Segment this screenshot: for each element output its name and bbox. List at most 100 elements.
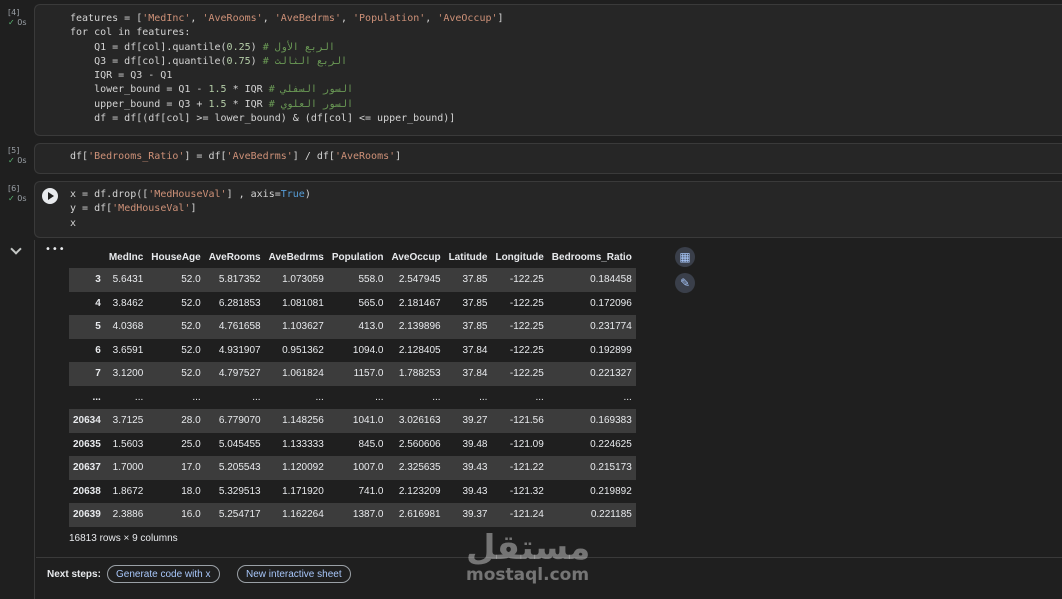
table-cell: 0.951362 bbox=[282, 344, 324, 356]
table-cell: -121.56 bbox=[491, 409, 548, 433]
table-row: 3 5.6431 52.0 5.817352 1.073059 558.0 2.547945… bbox=[69, 268, 636, 292]
code-cell-4-source[interactable]: features = ['MedInc', 'AveRooms', 'AveBe… bbox=[70, 12, 504, 126]
table-cell: 39.43 bbox=[444, 456, 492, 480]
table-cell: 1.788253 bbox=[387, 362, 445, 386]
table-cell: 37.85 bbox=[462, 297, 488, 309]
table-cell: 52.0 bbox=[181, 344, 201, 356]
table-cell: 1.073059 bbox=[264, 268, 328, 292]
table-cell: 37.85 bbox=[444, 315, 492, 339]
table-row: 20638 1.8672 18.0 5.329513 1.171920 741.0 2.12… bbox=[69, 480, 636, 504]
table-cell: ... bbox=[623, 391, 632, 403]
exec-count: [6] bbox=[8, 184, 20, 193]
table-row: 20639 2.3886 16.0 5.254717 1.162264 1387.0 2.6… bbox=[69, 503, 636, 527]
column-header: MedInc bbox=[108, 251, 144, 263]
table-cell: 4.0368 bbox=[104, 315, 148, 339]
row-index: 20634 bbox=[69, 409, 105, 433]
table-cell: 18.0 bbox=[181, 485, 201, 497]
table-cell: 37.84 bbox=[462, 344, 488, 356]
table-cell: 0.231774 bbox=[547, 315, 636, 339]
table-cell: 3.026163 bbox=[387, 409, 445, 433]
column-header: AveOccup bbox=[391, 251, 441, 263]
table-cell: 0.224625 bbox=[590, 438, 632, 450]
table-cell: 2.128405 bbox=[398, 344, 441, 356]
table-cell: 0.219892 bbox=[590, 485, 632, 497]
table-cell: 52.0 bbox=[147, 268, 205, 292]
table-cell: -121.09 bbox=[509, 438, 544, 450]
table-cell: 1.8672 bbox=[112, 485, 144, 497]
table-cell: 1041.0 bbox=[327, 409, 388, 433]
exec-count: [4] bbox=[8, 8, 20, 17]
table-cell: 3.7125 bbox=[104, 409, 148, 433]
table-cell: 1.171920 bbox=[282, 485, 324, 497]
table-cell: -121.22 bbox=[491, 456, 548, 480]
table-cell: 1.133333 bbox=[282, 438, 324, 450]
table-cell: -122.25 bbox=[491, 362, 548, 386]
table-cell: ... bbox=[252, 391, 261, 403]
table-cell: 5.205543 bbox=[204, 456, 265, 480]
code-cell-5-source[interactable]: df['Bedrooms_Ratio'] = df['AveBedrms'] /… bbox=[70, 150, 401, 164]
table-cell: 2.139896 bbox=[387, 315, 445, 339]
table-cell: 3.8462 bbox=[112, 297, 144, 309]
table-cell: 2.325635 bbox=[387, 456, 445, 480]
row-index: 20639 bbox=[69, 503, 105, 527]
table-cell: 1.103627 bbox=[264, 315, 328, 339]
index-header bbox=[69, 246, 105, 268]
table-cell: 565.0 bbox=[358, 297, 384, 309]
table-cell: 4.797527 bbox=[204, 362, 265, 386]
row-index: ... bbox=[92, 391, 101, 403]
table-cell: 2.547945 bbox=[387, 268, 445, 292]
table-cell: 413.0 bbox=[327, 315, 388, 339]
table-cell: 1157.0 bbox=[327, 362, 388, 386]
rows-info: 16813 rows × 9 columns bbox=[69, 533, 178, 544]
chevron-down-icon[interactable] bbox=[10, 243, 22, 255]
table-cell: 741.0 bbox=[358, 485, 384, 497]
table-cell: 1094.0 bbox=[352, 344, 384, 356]
magic-wand-icon[interactable]: ✎ bbox=[675, 273, 695, 293]
exec-time: 0s bbox=[17, 18, 27, 27]
table-cell: 2.3886 bbox=[104, 503, 148, 527]
table-cell: ... bbox=[192, 391, 201, 403]
table-cell: ... bbox=[432, 391, 441, 403]
table-cell: 5.045455 bbox=[218, 438, 261, 450]
table-cell: ... bbox=[375, 391, 384, 403]
code-cell-6-source[interactable]: x = df.drop(['MedHouseVal'] , axis=True)… bbox=[70, 188, 311, 231]
table-cell: 5.254717 bbox=[204, 503, 265, 527]
row-index: 20638 bbox=[73, 485, 101, 497]
table-row: 5 4.0368 52.0 4.761658 1.103627 413.0 2.139896… bbox=[69, 315, 636, 339]
table-row: 20635 1.5603 25.0 5.045455 1.133333 845.0 2.56… bbox=[69, 433, 636, 457]
table-cell: -121.24 bbox=[491, 503, 548, 527]
play-icon[interactable] bbox=[42, 188, 58, 204]
table-cell: 5.329513 bbox=[218, 485, 261, 497]
table-cell: 3.6591 bbox=[112, 344, 144, 356]
column-header: Longitude bbox=[495, 251, 544, 263]
cell-4-gutter: [4] ✓ 0s bbox=[8, 8, 36, 28]
table-cell: 2.181467 bbox=[398, 297, 441, 309]
table-cell: 1.7000 bbox=[104, 456, 148, 480]
table-cell: 845.0 bbox=[358, 438, 384, 450]
table-row: 7 3.1200 52.0 4.797527 1.061824 1157.0 1.78825… bbox=[69, 362, 636, 386]
table-icon[interactable]: ▦ bbox=[675, 247, 695, 267]
table-cell: 37.85 bbox=[444, 268, 492, 292]
cell-5-gutter: [5] ✓ 0s bbox=[8, 146, 36, 166]
table-cell: 39.27 bbox=[444, 409, 492, 433]
generate-code-button[interactable]: Generate code with x bbox=[107, 565, 220, 583]
column-header: AveBedrms bbox=[268, 251, 324, 263]
table-cell: 52.0 bbox=[147, 362, 205, 386]
table-row: 20637 1.7000 17.0 5.205543 1.120092 1007.0 2.3… bbox=[69, 456, 636, 480]
new-interactive-sheet-button[interactable]: New interactive sheet bbox=[237, 565, 351, 583]
row-index: 20637 bbox=[69, 456, 105, 480]
table-cell: 1387.0 bbox=[327, 503, 388, 527]
table-cell: 1007.0 bbox=[327, 456, 388, 480]
row-index: 4 bbox=[95, 297, 101, 309]
table-cell: 28.0 bbox=[147, 409, 205, 433]
row-index: 20635 bbox=[73, 438, 101, 450]
output-menu-icon[interactable]: ••• bbox=[45, 244, 66, 255]
table-cell: -122.25 bbox=[491, 268, 548, 292]
table-cell: 39.43 bbox=[462, 485, 488, 497]
table-cell: ... bbox=[535, 391, 544, 403]
table-cell: 6.281853 bbox=[218, 297, 261, 309]
table-cell: 2.123209 bbox=[398, 485, 441, 497]
table-cell: 0.192899 bbox=[590, 344, 632, 356]
table-cell: 25.0 bbox=[181, 438, 201, 450]
table-cell: 1.061824 bbox=[264, 362, 328, 386]
